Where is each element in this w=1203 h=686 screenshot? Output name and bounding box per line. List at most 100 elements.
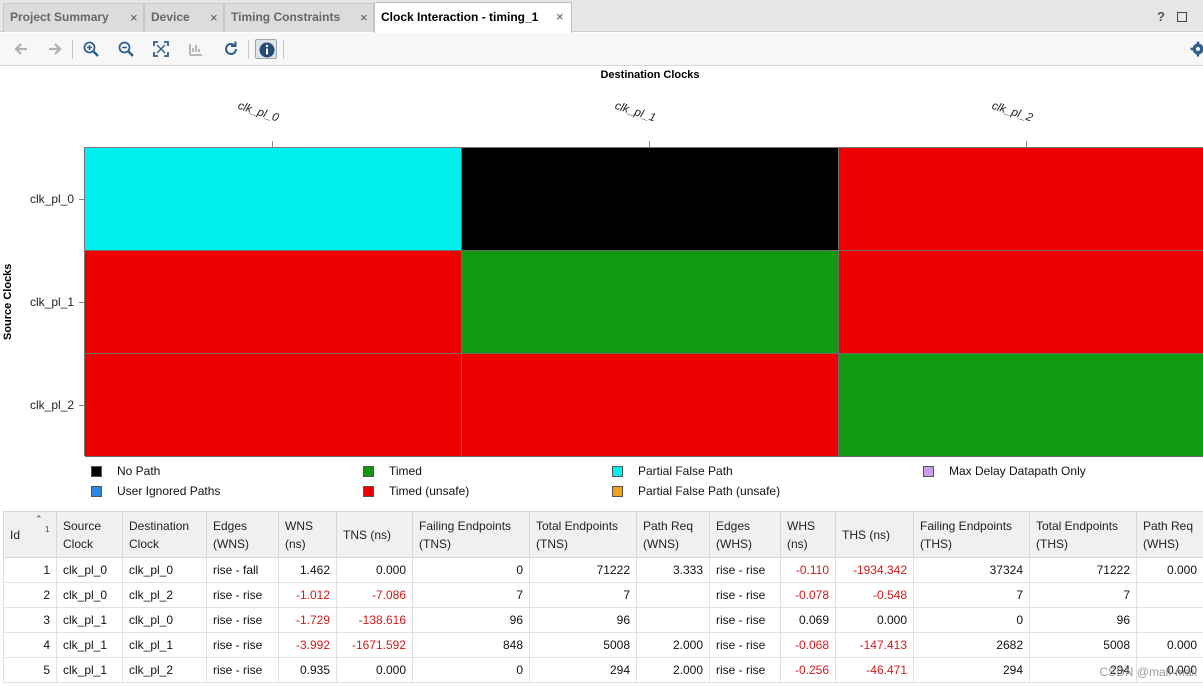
table-cell: 294: [913, 657, 1030, 683]
column-header[interactable]: Id: [3, 511, 57, 558]
help-icon[interactable]: ?: [1157, 9, 1165, 24]
sort-ascending-icon[interactable]: ⌃: [35, 514, 43, 525]
table-cell: [1136, 607, 1203, 633]
table-cell: 0: [412, 657, 530, 683]
legend-swatch: [363, 486, 374, 497]
fit-view-icon[interactable]: [150, 39, 172, 59]
matrix-cell-clk-pl-2-to-clk-pl-0[interactable]: [85, 354, 462, 457]
zoom-in-icon[interactable]: [80, 39, 102, 59]
table-cell: -0.256: [780, 657, 836, 683]
tab-timing-constraints[interactable]: Timing Constraints ×: [224, 3, 374, 32]
table-cell: -0.548: [835, 582, 914, 608]
table-row[interactable]: 4 clk_pl_1 clk_pl_1 rise - rise -3.992 -1671.…: [3, 632, 1203, 658]
column-header[interactable]: Failing Endpoints (TNS): [412, 511, 530, 558]
close-icon[interactable]: ×: [556, 10, 564, 24]
back-icon[interactable]: [10, 39, 32, 59]
toolbar-separator: [283, 40, 284, 59]
clock-interaction-table: Id Source Clock Destination Clock Edges (WN…: [3, 511, 1203, 686]
table-cell: -0.078: [780, 582, 836, 608]
column-header[interactable]: Source Clock: [56, 511, 123, 558]
column-header[interactable]: Total Endpoints (THS): [1029, 511, 1137, 558]
chart-options-icon[interactable]: [185, 39, 207, 59]
column-header[interactable]: Failing Endpoints (THS): [913, 511, 1030, 558]
table-row[interactable]: 5 clk_pl_1 clk_pl_2 rise - rise 0.935 0.000 0 2…: [3, 657, 1203, 683]
column-header[interactable]: Total Endpoints (TNS): [529, 511, 637, 558]
matrix-cell-clk-pl-0-to-clk-pl-1[interactable]: [462, 148, 839, 251]
toolbar: [0, 33, 1203, 66]
column-header[interactable]: THS (ns): [835, 511, 914, 558]
table-cell: rise - rise: [709, 557, 781, 583]
table-cell: rise - rise: [709, 582, 781, 608]
toolbar-separator: [72, 40, 73, 59]
row-label-clk-pl-2: clk_pl_2: [30, 398, 75, 412]
matrix-cell-clk-pl-1-to-clk-pl-1[interactable]: [462, 251, 839, 354]
column-label-clk-pl-0: clk_pl_0: [236, 100, 281, 125]
close-icon[interactable]: ×: [210, 11, 218, 25]
column-header[interactable]: Path Req (WNS): [636, 511, 710, 558]
table-cell: -147.413: [835, 632, 914, 658]
legend-label: Timed: [389, 464, 422, 478]
table-cell: 0.000: [1136, 632, 1203, 658]
table-row[interactable]: 1 clk_pl_0 clk_pl_0 rise - fall 1.462 0.000 0 7…: [3, 557, 1203, 583]
table-cell: 1.462: [278, 557, 337, 583]
legend-swatch: [91, 486, 102, 497]
table-cell: 848: [412, 632, 530, 658]
table-cell: 0.935: [278, 657, 337, 683]
table-cell: rise - rise: [206, 632, 279, 658]
table-cell: clk_pl_0: [56, 582, 123, 608]
column-header[interactable]: Edges (WNS): [206, 511, 279, 558]
tab-device[interactable]: Device ×: [144, 3, 224, 32]
toolbar-separator: [248, 40, 249, 59]
table-cell: 3: [3, 607, 57, 633]
table-row[interactable]: 3 clk_pl_1 clk_pl_0 rise - rise -1.729 -138.6…: [3, 607, 1203, 633]
table-cell: -0.068: [780, 632, 836, 658]
matrix-cell-clk-pl-0-to-clk-pl-0[interactable]: [85, 148, 462, 251]
table-cell: 71222: [529, 557, 637, 583]
table-cell: 7: [529, 582, 637, 608]
info-icon[interactable]: [255, 39, 277, 59]
table-cell: clk_pl_1: [56, 607, 123, 633]
gear-icon[interactable]: [1185, 39, 1203, 59]
table-cell: 0.000: [1136, 557, 1203, 583]
table-cell: 0.000: [336, 657, 413, 683]
column-header[interactable]: Edges (WHS): [709, 511, 781, 558]
table-cell: -0.110: [780, 557, 836, 583]
table-cell: rise - fall: [206, 557, 279, 583]
column-header[interactable]: Destination Clock: [122, 511, 207, 558]
column-header[interactable]: WHS (ns): [780, 511, 836, 558]
table-cell: 5008: [529, 632, 637, 658]
column-label-clk-pl-1: clk_pl_1: [613, 100, 658, 125]
matrix-cell-clk-pl-0-to-clk-pl-2[interactable]: [839, 148, 1203, 251]
table-cell: -1.012: [278, 582, 337, 608]
refresh-icon[interactable]: [220, 39, 242, 59]
column-header[interactable]: Path Req (WHS): [1136, 511, 1203, 558]
tab-label: Project Summary: [10, 10, 109, 24]
close-icon[interactable]: ×: [130, 11, 138, 25]
zoom-out-icon[interactable]: [115, 39, 137, 59]
row-label-clk-pl-0: clk_pl_0: [30, 192, 75, 206]
matrix-cell-clk-pl-1-to-clk-pl-0[interactable]: [85, 251, 462, 354]
matrix-cell-clk-pl-1-to-clk-pl-2[interactable]: [839, 251, 1203, 354]
matrix-cell-clk-pl-2-to-clk-pl-1[interactable]: [462, 354, 839, 457]
legend-swatch: [923, 466, 934, 477]
matrix-cell-clk-pl-2-to-clk-pl-2[interactable]: [839, 354, 1203, 457]
close-icon[interactable]: ×: [360, 11, 368, 25]
table-cell: 0.069: [780, 607, 836, 633]
destination-clocks-title: Destination Clocks: [600, 69, 700, 81]
restore-icon[interactable]: [1177, 12, 1187, 22]
table-cell: 96: [412, 607, 530, 633]
table-cell: 2.000: [636, 632, 710, 658]
table-cell: rise - rise: [709, 607, 781, 633]
table-cell: 0: [913, 607, 1030, 633]
tab-project-summary[interactable]: Project Summary ×: [3, 3, 144, 32]
table-cell: clk_pl_1: [56, 657, 123, 683]
legend-label: Partial False Path (unsafe): [638, 484, 781, 498]
table-cell: clk_pl_0: [122, 607, 207, 633]
column-header[interactable]: TNS (ns): [336, 511, 413, 558]
forward-icon[interactable]: [44, 39, 66, 59]
column-header[interactable]: WNS (ns): [278, 511, 337, 558]
tab-clock-interaction[interactable]: Clock Interaction - timing_1 ×: [374, 2, 572, 33]
table-cell: 5008: [1029, 632, 1137, 658]
table-row[interactable]: 2 clk_pl_0 clk_pl_2 rise - rise -1.012 -7.086…: [3, 582, 1203, 608]
table-cell: 7: [1029, 582, 1137, 608]
